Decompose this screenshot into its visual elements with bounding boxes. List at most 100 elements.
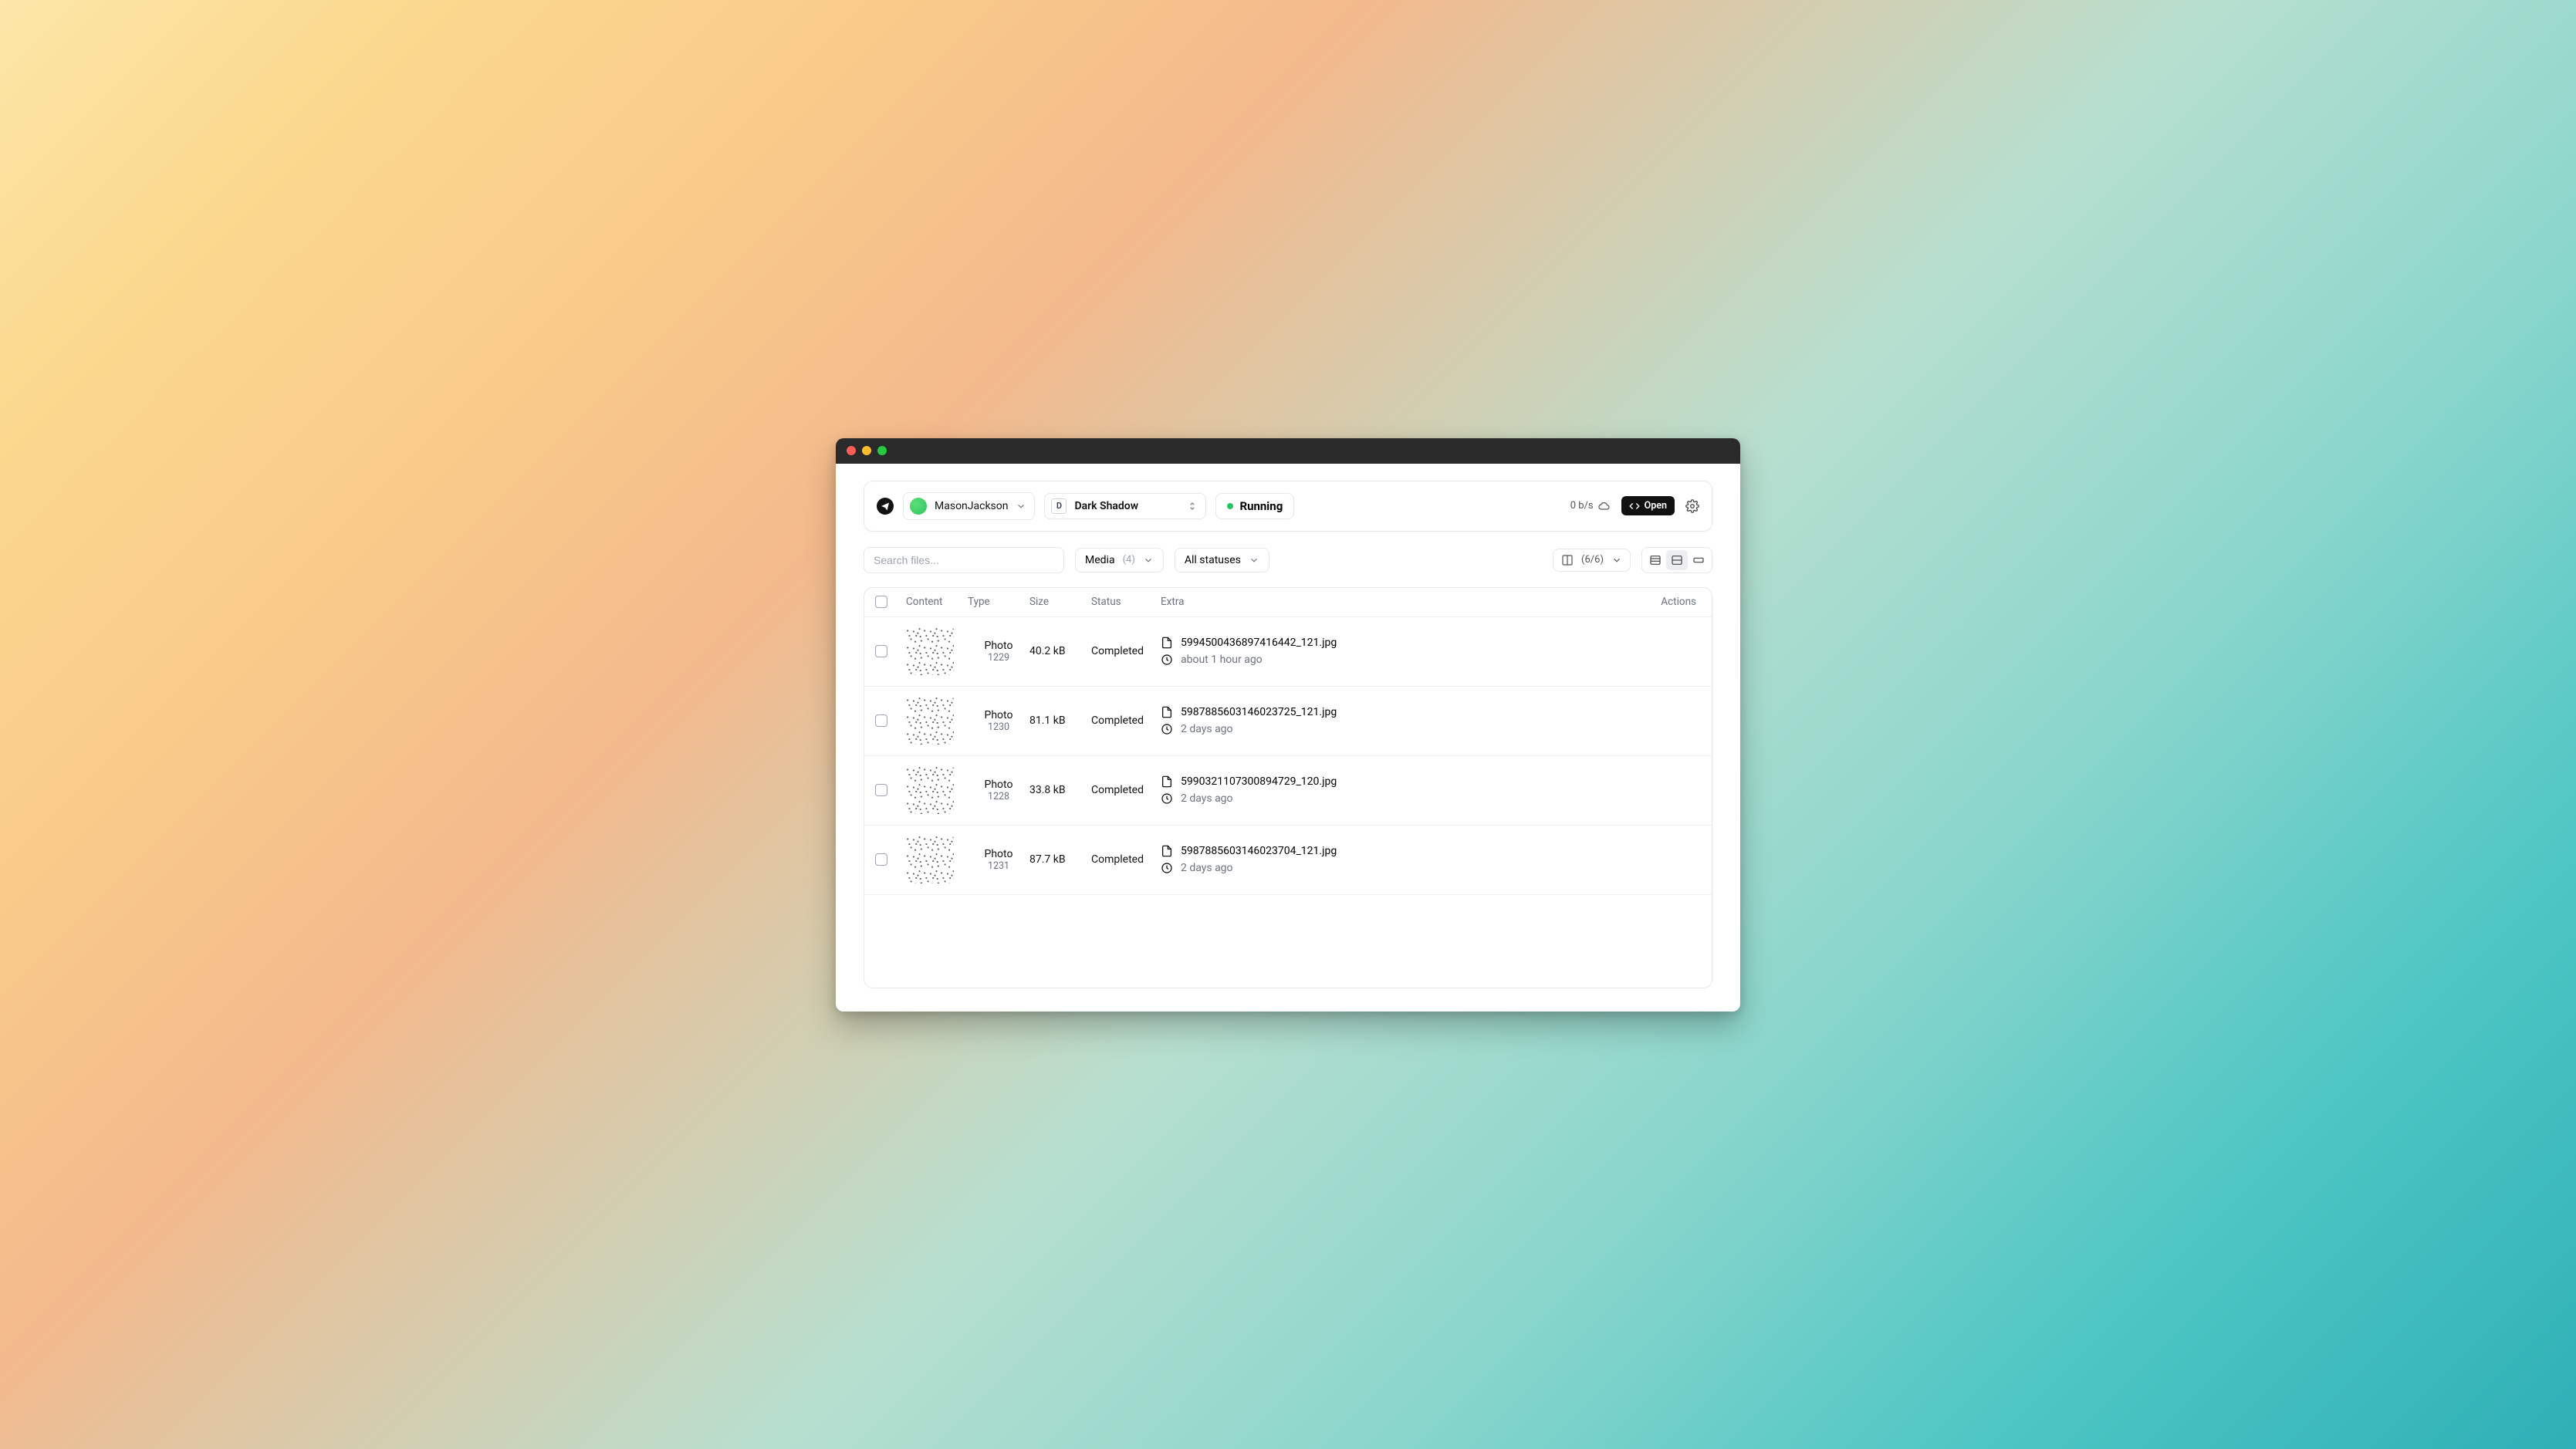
- row-checkbox[interactable]: [875, 714, 887, 727]
- filename: 5994500436897416442_121.jpg: [1181, 637, 1337, 649]
- chevron-down-icon: [1143, 555, 1154, 566]
- project-name: Dark Shadow: [1074, 500, 1138, 512]
- clock-icon: [1161, 792, 1173, 805]
- status-cell: Completed: [1091, 645, 1161, 657]
- size-cell: 33.8 kB: [1029, 784, 1091, 796]
- table-row: Photo122940.2 kBCompleted599450043689741…: [864, 617, 1712, 687]
- open-button-label: Open: [1645, 500, 1667, 512]
- status-label: Running: [1239, 499, 1283, 513]
- rows-dense-icon: [1649, 554, 1662, 566]
- filename: 5990321107300894729_120.jpg: [1181, 775, 1337, 788]
- status-cell: Completed: [1091, 784, 1161, 796]
- file-icon: [1161, 637, 1173, 649]
- size-cell: 87.7 kB: [1029, 853, 1091, 866]
- type-filter-label: Media: [1085, 554, 1115, 566]
- cloud-sync-icon: [1598, 500, 1611, 512]
- filter-row: Media (4) All statuses (6/6): [864, 547, 1712, 573]
- col-size: Size: [1029, 596, 1091, 608]
- type-id: 1228: [968, 791, 1029, 802]
- type-filter[interactable]: Media (4): [1075, 548, 1164, 573]
- window-maximize-button[interactable]: [877, 446, 887, 455]
- status-cell: Completed: [1091, 853, 1161, 866]
- col-status: Status: [1091, 596, 1161, 608]
- project-selector[interactable]: D Dark Shadow: [1044, 493, 1206, 519]
- type-id: 1231: [968, 860, 1029, 872]
- rows-icon: [1671, 554, 1683, 566]
- columns-icon: [1561, 554, 1574, 566]
- settings-icon[interactable]: [1685, 499, 1699, 513]
- filename: 5987885603146023704_121.jpg: [1181, 845, 1337, 857]
- status-filter-label: All statuses: [1185, 554, 1241, 566]
- type-id: 1229: [968, 652, 1029, 664]
- window-minimize-button[interactable]: [862, 446, 871, 455]
- chevron-down-icon: [1249, 555, 1259, 566]
- type-label: Photo: [968, 779, 1029, 791]
- extra-cell: 5987885603146023725_121.jpg 2 days ago: [1161, 695, 1631, 746]
- status-filter[interactable]: All statuses: [1175, 548, 1269, 573]
- row-checkbox[interactable]: [875, 853, 887, 866]
- extra-cell: 5990321107300894729_120.jpg2 days ago: [1161, 765, 1631, 816]
- thumbnail[interactable]: [906, 836, 954, 883]
- avatar: [910, 498, 927, 515]
- chevron-down-icon: [1611, 555, 1622, 566]
- code-icon: [1629, 501, 1640, 512]
- table-row: Photo123081.1 kBCompleted598788560314602…: [864, 687, 1712, 756]
- app-logo: [877, 498, 894, 515]
- window-close-button[interactable]: [847, 446, 856, 455]
- size-cell: 40.2 kB: [1029, 645, 1091, 657]
- clock-icon: [1161, 862, 1173, 874]
- thumbnail[interactable]: [906, 697, 954, 745]
- size-cell: 81.1 kB: [1029, 714, 1091, 727]
- col-content: Content: [906, 596, 968, 608]
- timestamp: 2 days ago: [1181, 723, 1233, 735]
- timestamp: about 1 hour ago: [1181, 654, 1263, 666]
- speed-label: 0 b/s: [1570, 500, 1594, 512]
- view-compact-button[interactable]: [1645, 550, 1666, 570]
- table-row: Photo122833.8 kBCompleted599032110730089…: [864, 756, 1712, 826]
- timestamp: 2 days ago: [1181, 862, 1233, 874]
- open-button[interactable]: Open: [1621, 496, 1675, 515]
- col-actions: Actions: [1631, 596, 1701, 608]
- row-checkbox[interactable]: [875, 645, 887, 657]
- search-input[interactable]: [864, 547, 1064, 573]
- status-cell: Completed: [1091, 714, 1161, 727]
- row-checkbox[interactable]: [875, 784, 887, 796]
- status-pill: Running: [1215, 493, 1294, 519]
- col-type: Type: [968, 596, 1029, 608]
- file-icon: [1161, 706, 1173, 718]
- thumbnail[interactable]: [906, 627, 954, 675]
- type-filter-count: (4): [1123, 554, 1135, 566]
- extra-cell: 5987885603146023704_121.jpg 2 days ago: [1161, 834, 1631, 885]
- thumbnail[interactable]: [906, 766, 954, 814]
- project-initial-badge: D: [1051, 498, 1067, 514]
- table-body: Photo122940.2 kBCompleted599450043689741…: [864, 617, 1712, 895]
- file-icon: [1161, 775, 1173, 788]
- paper-plane-icon: [881, 502, 890, 511]
- type-label: Photo: [968, 848, 1029, 860]
- view-normal-button[interactable]: [1666, 550, 1688, 570]
- view-switcher: [1641, 547, 1712, 573]
- clock-icon: [1161, 723, 1173, 735]
- type-label: Photo: [968, 709, 1029, 721]
- type-cell: Photo1231: [968, 848, 1029, 872]
- header-right: 0 b/s Open: [1570, 496, 1699, 515]
- account-selector[interactable]: MasonJackson: [903, 492, 1035, 520]
- chevron-down-icon: [1016, 501, 1026, 512]
- type-cell: Photo1228: [968, 779, 1029, 802]
- view-large-button[interactable]: [1688, 550, 1709, 570]
- clock-icon: [1161, 654, 1173, 666]
- files-table: Content Type Size Status Extra Actions P…: [864, 587, 1712, 988]
- table-row: Photo123187.7 kBCompleted598788560314602…: [864, 826, 1712, 895]
- header-card: MasonJackson D Dark Shadow Running 0 b/s: [864, 481, 1712, 532]
- row-single-icon: [1692, 554, 1705, 566]
- select-all-checkbox[interactable]: [875, 596, 887, 608]
- filename: 5987885603146023725_121.jpg: [1181, 706, 1337, 718]
- extra-cell: 5994500436897416442_121.jpgabout 1 hour …: [1161, 626, 1631, 677]
- app-window: MasonJackson D Dark Shadow Running 0 b/s: [836, 438, 1740, 1012]
- status-dot-icon: [1227, 503, 1233, 509]
- titlebar: [836, 438, 1740, 464]
- columns-toggle[interactable]: (6/6): [1553, 549, 1631, 572]
- file-icon: [1161, 845, 1173, 857]
- sort-icon: [1187, 501, 1198, 512]
- speed-indicator: 0 b/s: [1570, 500, 1611, 512]
